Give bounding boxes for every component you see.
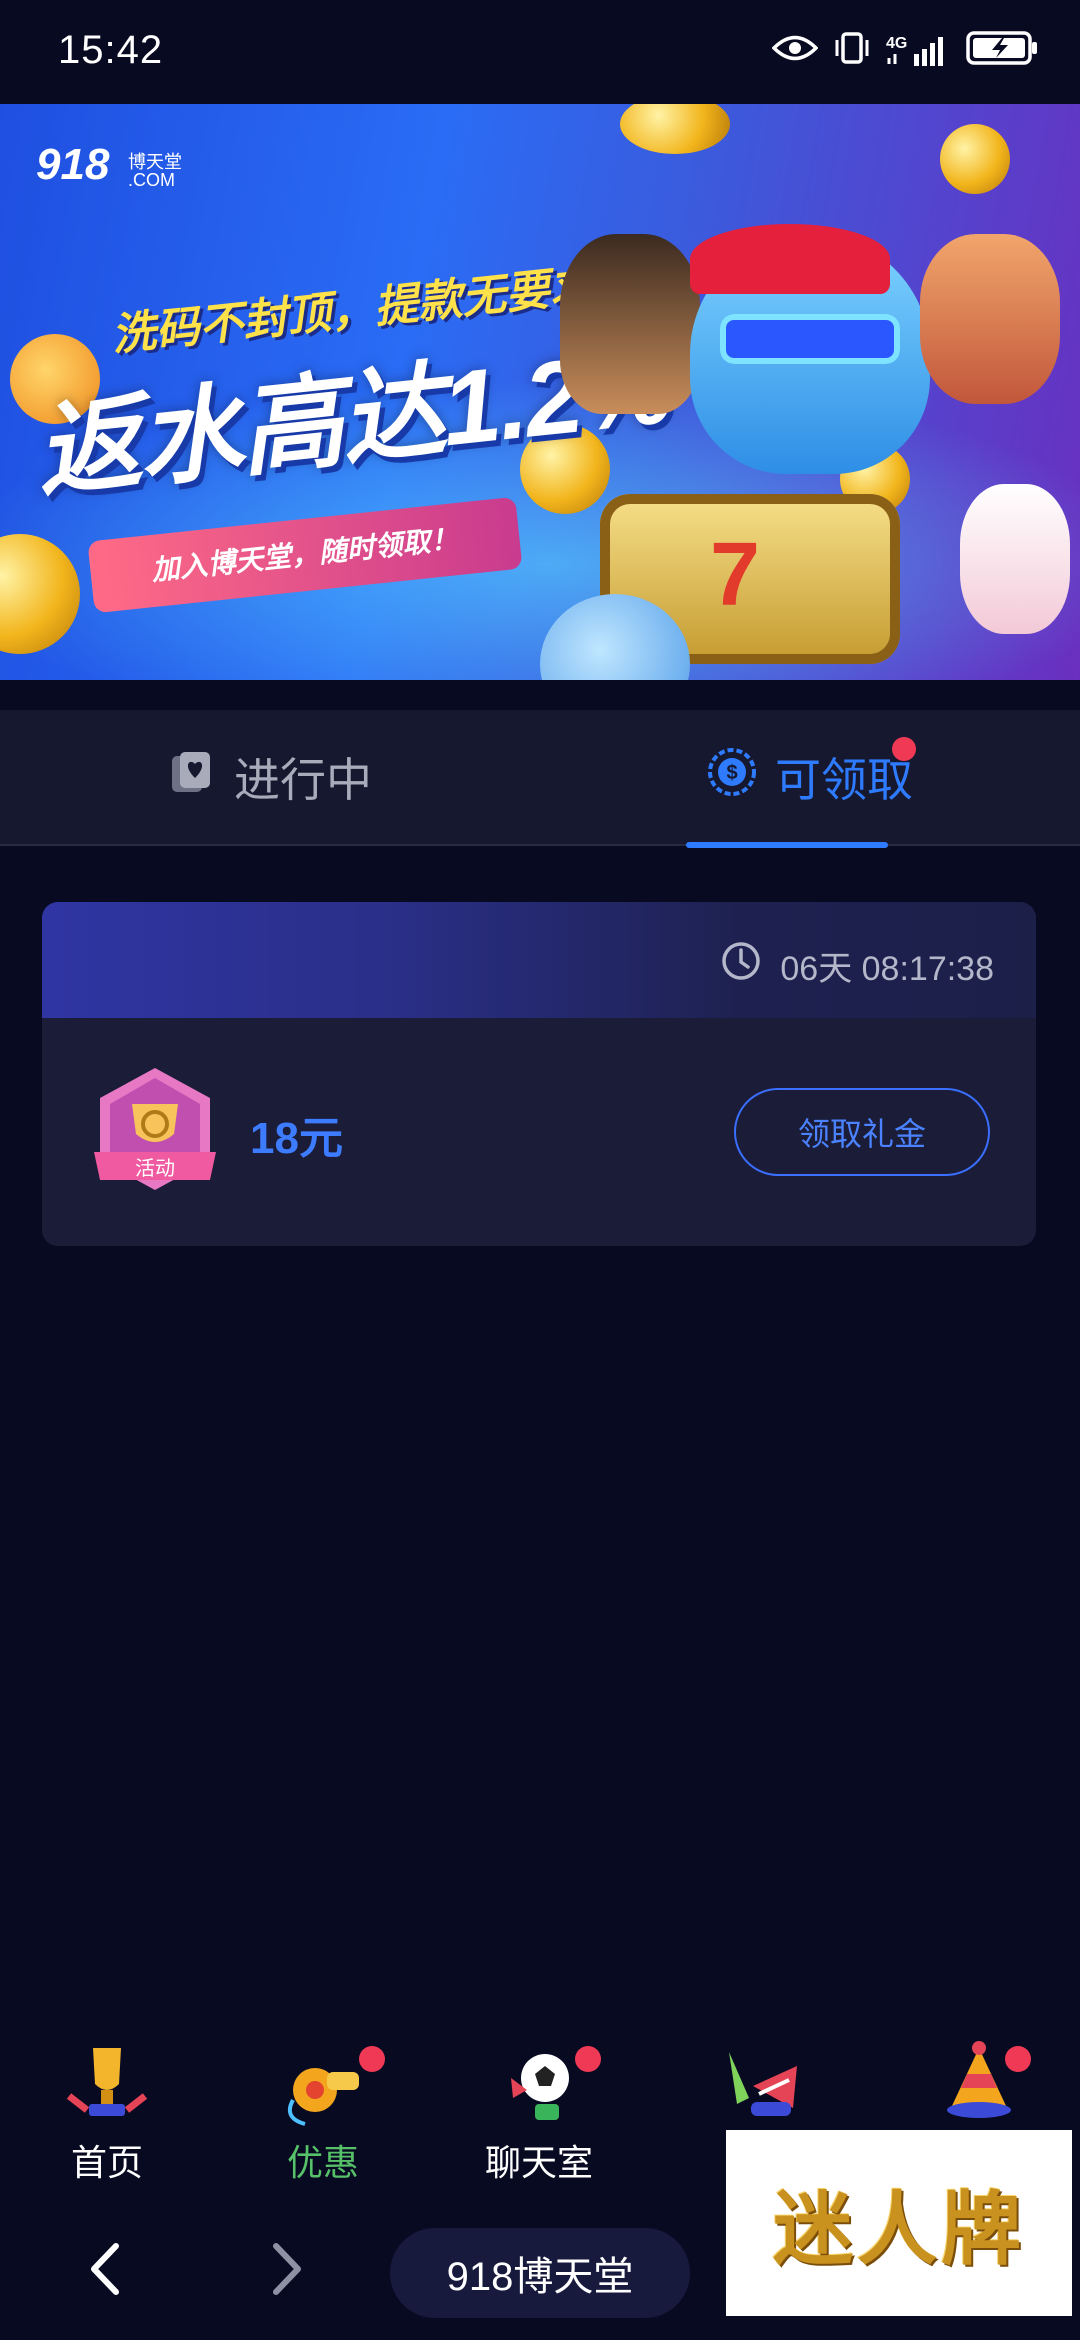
back-button[interactable] <box>72 2234 142 2304</box>
tab-claimable[interactable]: $ 可领取 <box>540 710 1080 844</box>
party-horn-icon <box>709 2038 805 2134</box>
sunglasses-graphic <box>720 314 900 364</box>
signal-icon: 4G <box>886 34 952 68</box>
promo-banner[interactable]: 918 博天堂 .COM 洗码不封顶，提款无要求 返水高达1.2% 加入博天堂，… <box>0 104 1080 680</box>
nav-label-home: 首页 <box>70 2142 143 2183</box>
countdown-timer: 06天 08:17:38 <box>720 940 994 991</box>
pirate-illustration <box>560 234 700 414</box>
watermark-logo: 迷人牌 <box>726 2130 1072 2316</box>
card-icon <box>168 748 234 807</box>
status-time: 15:42 <box>58 28 164 72</box>
status-icons: 4G <box>771 30 1040 71</box>
vibrate-icon <box>832 31 872 70</box>
forward-button[interactable] <box>250 2234 320 2304</box>
tab-ongoing-label: 进行中 <box>234 754 372 806</box>
watermark-text: 迷人牌 <box>773 2185 1025 2274</box>
status-bar: 15:42 4G <box>0 0 1080 104</box>
active-tab-indicator <box>686 842 888 848</box>
bull-illustration <box>920 234 1060 404</box>
seven-symbol: 7 <box>710 525 761 625</box>
nav-item-4[interactable] <box>682 2038 832 2134</box>
banner-logo-number: 918 <box>36 140 110 189</box>
nav-item-5[interactable] <box>904 2038 1054 2134</box>
site-title-pill[interactable]: 918博天堂 <box>390 2228 690 2318</box>
battery-charging-icon <box>966 30 1040 71</box>
chevron-left-icon <box>91 2243 119 2295</box>
coin-icon: $ <box>707 747 775 808</box>
reward-card-header: 06天 08:17:38 <box>42 902 1036 1018</box>
reward-amount: 18元 <box>250 1114 343 1163</box>
clock-icon <box>720 940 780 991</box>
badge-label: 活动 <box>135 1158 175 1180</box>
whistle-icon <box>275 2038 371 2134</box>
reward-card: 06天 08:17:38 活动 18元 领取礼金 <box>42 902 1036 1246</box>
banner-logo-domain: .COM <box>128 170 175 190</box>
coin-decoration <box>940 124 1010 194</box>
chevron-right-icon <box>273 2243 301 2295</box>
bunny-illustration <box>960 484 1070 634</box>
nav-badge-5 <box>1005 2046 1031 2072</box>
soccer-ball-icon <box>491 2038 587 2134</box>
trophy-icon <box>59 2038 155 2134</box>
notification-dot <box>892 737 916 761</box>
nav-badge-chatroom <box>575 2046 601 2072</box>
svg-text:$: $ <box>726 762 737 784</box>
tab-bar: 进行中 $ 可领取 <box>0 710 1080 848</box>
coin-decoration <box>620 104 730 154</box>
countdown-text: 06天 08:17:38 <box>780 950 994 988</box>
nav-badge-promotions <box>359 2046 385 2072</box>
tab-ongoing[interactable]: 进行中 <box>0 710 540 844</box>
nav-label-promotions: 优惠 <box>286 2142 359 2183</box>
eye-icon <box>771 33 819 68</box>
claim-reward-button[interactable]: 领取礼金 <box>734 1088 990 1176</box>
nav-label-chatroom: 聊天室 <box>484 2142 593 2183</box>
activity-badge: 活动 <box>92 1064 218 1204</box>
nav-item-home[interactable]: 首页 <box>32 2038 182 2186</box>
cap-graphic <box>690 224 890 294</box>
